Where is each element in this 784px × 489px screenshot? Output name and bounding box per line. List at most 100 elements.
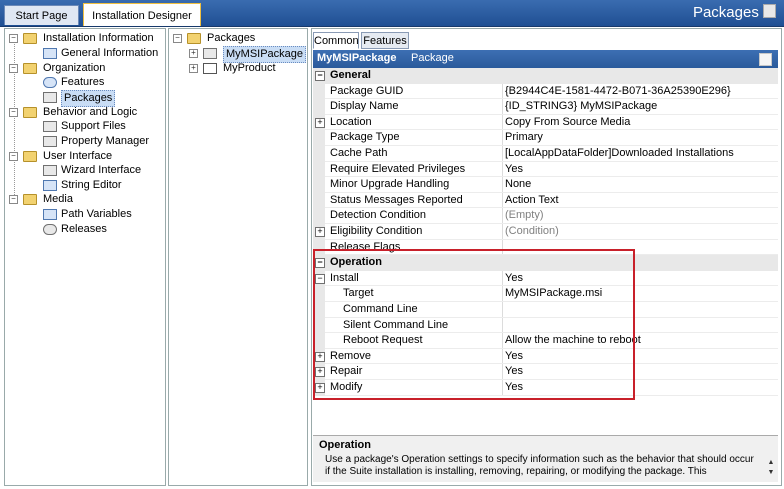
grid-header: MyMSIPackage Package xyxy=(313,50,778,68)
tree-item-label: Organization xyxy=(43,62,106,74)
product-icon xyxy=(203,63,217,74)
tree-item-user-interface[interactable]: − User Interface xyxy=(9,149,159,164)
tree-item-myproduct[interactable]: + MyProduct xyxy=(189,61,303,76)
property-value[interactable]: None xyxy=(505,177,531,192)
tab-common[interactable]: Common xyxy=(313,32,359,49)
wizard-icon xyxy=(43,165,57,176)
description-scrollbar[interactable]: ▲ ▼ xyxy=(766,458,776,478)
tree-item-label: Behavior and Logic xyxy=(43,106,138,118)
tree-item-organization[interactable]: − Organization xyxy=(9,61,159,76)
tree-item-label: String Editor xyxy=(61,179,122,191)
tree-item-label: Support Files xyxy=(61,120,126,132)
scroll-up-icon[interactable]: ▲ xyxy=(766,458,776,468)
property-row-cache-path[interactable]: Cache Path [LocalAppDataFolder]Downloade… xyxy=(313,146,778,162)
property-value[interactable]: Action Text xyxy=(505,193,559,208)
string-editor-icon xyxy=(43,180,57,191)
tree-item-label: General Information xyxy=(61,47,159,59)
property-row-package-guid[interactable]: Package GUID {B2944C4E-1581-4472-B071-36… xyxy=(313,83,778,100)
expand-icon[interactable]: + xyxy=(315,227,325,237)
tree-item-installation-information[interactable]: − Installation Information xyxy=(9,31,159,46)
tree-item-label: Media xyxy=(43,193,73,205)
tree-item-features[interactable]: Features xyxy=(9,75,159,90)
property-label: Status Messages Reported xyxy=(330,193,463,206)
tree-item-property-manager[interactable]: Property Manager xyxy=(9,134,159,149)
collapse-icon[interactable]: − xyxy=(173,34,182,43)
tree-item-label: Packages xyxy=(207,32,256,44)
tree-item-label: Property Manager xyxy=(61,135,150,147)
folder-icon xyxy=(23,194,37,205)
property-label: Require Elevated Privileges xyxy=(330,162,466,175)
tree-item-behavior-and-logic[interactable]: − Behavior and Logic xyxy=(9,105,159,120)
tree-item-label: Features xyxy=(61,76,105,88)
property-row-display-name[interactable]: Display Name {ID_STRING3} MyMSIPackage xyxy=(313,99,778,115)
property-value[interactable]: {ID_STRING3} MyMSIPackage xyxy=(505,99,657,114)
collapse-icon[interactable]: − xyxy=(9,195,18,204)
folder-icon xyxy=(187,33,201,44)
tree-item-string-editor[interactable]: String Editor xyxy=(9,178,159,193)
folder-icon xyxy=(23,151,37,162)
property-label: Display Name xyxy=(330,100,399,113)
expand-icon[interactable]: + xyxy=(189,49,198,58)
property-row-require-elevated[interactable]: Require Elevated Privileges Yes xyxy=(313,161,778,178)
view-title: Packages xyxy=(693,4,776,21)
packages-icon xyxy=(763,4,776,18)
tab-installation-designer[interactable]: Installation Designer xyxy=(83,3,201,26)
highlight-box xyxy=(313,249,635,400)
property-label: Eligibility Condition xyxy=(330,225,423,237)
tree-item-label: Releases xyxy=(61,223,107,235)
property-label: Package GUID xyxy=(330,84,404,97)
property-row-status-messages[interactable]: Status Messages Reported Action Text xyxy=(313,192,778,209)
description-text: Use a package's Operation settings to sp… xyxy=(325,454,754,477)
property-value[interactable]: (Condition) xyxy=(505,224,559,239)
property-value[interactable]: Copy From Source Media xyxy=(505,115,630,130)
property-value[interactable]: {B2944C4E-1581-4472-B071-36A25390E296} xyxy=(505,84,731,99)
package-icon xyxy=(43,92,57,103)
tree-item-path-variables[interactable]: Path Variables xyxy=(9,207,159,222)
property-pages-icon[interactable] xyxy=(759,53,772,66)
tree-item-label: User Interface xyxy=(43,150,113,162)
property-label: Cache Path xyxy=(330,147,388,159)
collapse-icon[interactable]: − xyxy=(9,34,18,43)
tree-item-mymsipackage[interactable]: + MyMSIPackage xyxy=(189,46,307,63)
collapse-icon[interactable]: − xyxy=(9,108,18,117)
property-row-detection-condition[interactable]: Detection Condition (Empty) xyxy=(313,208,778,224)
property-row-eligibility-condition[interactable]: + Eligibility Condition (Condition) xyxy=(313,224,778,240)
property-row-package-type[interactable]: Package Type Primary xyxy=(313,130,778,146)
tree-item-wizard-interface[interactable]: Wizard Interface xyxy=(9,163,159,178)
tree-item-media[interactable]: − Media xyxy=(9,192,159,207)
collapse-icon[interactable]: − xyxy=(315,71,325,81)
tree-item-label: Wizard Interface xyxy=(61,164,142,176)
grid-icon xyxy=(43,48,57,59)
tree-item-packages[interactable]: Packages xyxy=(9,90,159,107)
property-label: Minor Upgrade Handling xyxy=(330,178,450,191)
collapse-icon[interactable]: − xyxy=(9,152,18,161)
tree-item-general-information[interactable]: General Information xyxy=(9,46,159,61)
path-variables-icon xyxy=(43,209,57,220)
tab-features[interactable]: Features xyxy=(361,32,409,49)
property-value[interactable]: (Empty) xyxy=(505,208,544,223)
tree-item-packages-root[interactable]: − Packages xyxy=(173,31,303,46)
property-value[interactable]: [LocalAppDataFolder]Downloaded Installat… xyxy=(505,146,734,161)
scroll-down-icon[interactable]: ▼ xyxy=(766,468,776,478)
property-icon xyxy=(43,136,57,147)
expand-icon[interactable]: + xyxy=(315,117,325,128)
tree-item-releases[interactable]: Releases xyxy=(9,222,159,237)
expand-icon[interactable]: + xyxy=(189,64,198,73)
tab-start-page[interactable]: Start Page xyxy=(4,5,79,25)
selected-package-name: MyMSIPackage xyxy=(317,52,397,64)
releases-icon xyxy=(43,224,57,235)
description-title: Operation xyxy=(319,439,371,451)
packages-tree: − Packages + MyMSIPackage + MyProduct xyxy=(168,28,308,486)
selected-item-kind: Package xyxy=(411,52,454,64)
property-value[interactable]: Primary xyxy=(505,130,543,145)
features-icon xyxy=(43,77,57,88)
folder-icon xyxy=(23,63,37,74)
collapse-icon[interactable]: − xyxy=(9,64,18,73)
property-value[interactable]: Yes xyxy=(505,162,523,177)
property-row-location[interactable]: + Location Copy From Source Media xyxy=(313,114,778,131)
tree-item-support-files[interactable]: Support Files xyxy=(9,119,159,134)
category-general[interactable]: − General xyxy=(313,68,778,84)
view-list-tree: − Installation Information General Infor… xyxy=(4,28,166,486)
category-label: General xyxy=(330,69,371,81)
property-row-minor-upgrade[interactable]: Minor Upgrade Handling None xyxy=(313,177,778,193)
